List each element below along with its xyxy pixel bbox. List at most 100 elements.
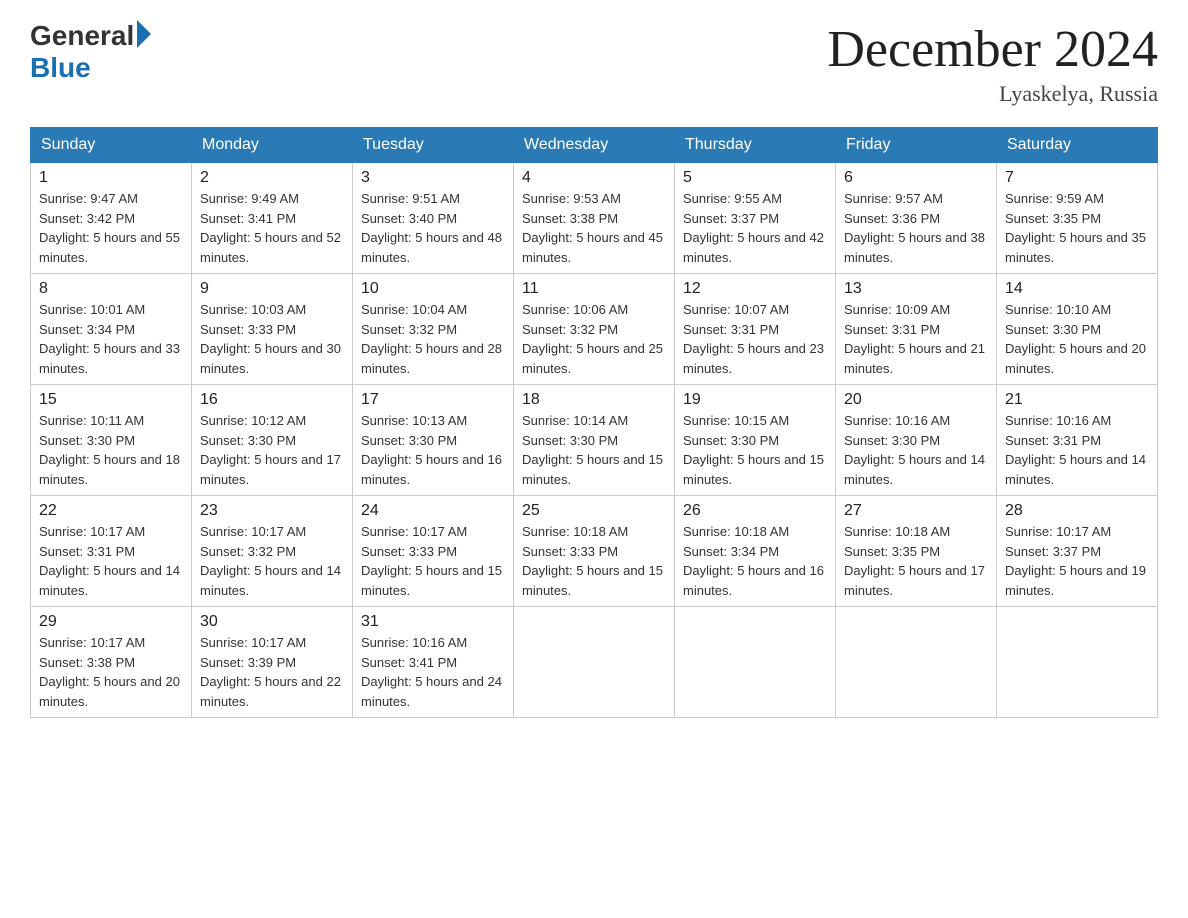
calendar-cell: 16 Sunrise: 10:12 AMSunset: 3:30 PMDaylig…	[192, 385, 353, 496]
day-number: 14	[1005, 280, 1149, 298]
calendar-table: SundayMondayTuesdayWednesdayThursdayFrid…	[30, 127, 1158, 718]
day-info: Sunrise: 10:09 AMSunset: 3:31 PMDaylight…	[844, 300, 988, 378]
day-info: Sunrise: 10:18 AMSunset: 3:33 PMDaylight…	[522, 522, 666, 600]
calendar-day-header: Monday	[192, 128, 353, 163]
calendar-week-row: 1 Sunrise: 9:47 AMSunset: 3:42 PMDaylight…	[31, 163, 1158, 274]
day-number: 19	[683, 391, 827, 409]
calendar-cell: 24 Sunrise: 10:17 AMSunset: 3:33 PMDaylig…	[353, 496, 514, 607]
day-number: 27	[844, 502, 988, 520]
day-number: 18	[522, 391, 666, 409]
day-number: 16	[200, 391, 344, 409]
calendar-cell: 23Sunrise: 10:17 AMSunset: 3:32 PMDaylig…	[192, 496, 353, 607]
day-info: Sunrise: 10:11 AMSunset: 3:30 PMDaylight…	[39, 411, 183, 489]
day-info: Sunrise: 10:17 AMSunset: 3:38 PMDaylight…	[39, 633, 183, 711]
day-number: 25	[522, 502, 666, 520]
day-number: 2	[200, 169, 344, 187]
day-number: 1	[39, 169, 183, 187]
day-number: 22	[39, 502, 183, 520]
day-number: 5	[683, 169, 827, 187]
logo: General Blue	[30, 20, 151, 84]
calendar-cell: 1 Sunrise: 9:47 AMSunset: 3:42 PMDaylight…	[31, 163, 192, 274]
calendar-cell: 10 Sunrise: 10:04 AMSunset: 3:32 PMDaylig…	[353, 274, 514, 385]
day-info: Sunrise: 10:14 AMSunset: 3:30 PMDaylight…	[522, 411, 666, 489]
calendar-cell: 18 Sunrise: 10:14 AMSunset: 3:30 PMDaylig…	[514, 385, 675, 496]
calendar-cell: 7Sunrise: 9:59 AMSunset: 3:35 PMDaylight…	[997, 163, 1158, 274]
calendar-cell: 5 Sunrise: 9:55 AMSunset: 3:37 PMDaylight…	[675, 163, 836, 274]
day-number: 30	[200, 613, 344, 631]
calendar-cell: 25 Sunrise: 10:18 AMSunset: 3:33 PMDaylig…	[514, 496, 675, 607]
day-info: Sunrise: 10:01 AMSunset: 3:34 PMDaylight…	[39, 300, 183, 378]
calendar-day-header: Thursday	[675, 128, 836, 163]
day-info: Sunrise: 10:16 AMSunset: 3:31 PMDaylight…	[1005, 411, 1149, 489]
month-title: December 2024	[827, 20, 1158, 79]
calendar-cell: 20 Sunrise: 10:16 AMSunset: 3:30 PMDaylig…	[836, 385, 997, 496]
day-number: 24	[361, 502, 505, 520]
calendar-cell: 19 Sunrise: 10:15 AMSunset: 3:30 PMDaylig…	[675, 385, 836, 496]
day-number: 20	[844, 391, 988, 409]
calendar-cell	[836, 607, 997, 718]
location-label: Lyaskelya, Russia	[827, 81, 1158, 107]
day-number: 11	[522, 280, 666, 298]
calendar-cell	[675, 607, 836, 718]
day-info: Sunrise: 10:07 AMSunset: 3:31 PMDaylight…	[683, 300, 827, 378]
day-number: 17	[361, 391, 505, 409]
logo-blue-text: Blue	[30, 52, 91, 84]
day-info: Sunrise: 10:06 AMSunset: 3:32 PMDaylight…	[522, 300, 666, 378]
day-info: Sunrise: 9:55 AMSunset: 3:37 PMDaylight:…	[683, 189, 827, 267]
calendar-cell: 4Sunrise: 9:53 AMSunset: 3:38 PMDaylight…	[514, 163, 675, 274]
day-info: Sunrise: 9:47 AMSunset: 3:42 PMDaylight:…	[39, 189, 183, 267]
day-number: 4	[522, 169, 666, 187]
calendar-cell: 9 Sunrise: 10:03 AMSunset: 3:33 PMDayligh…	[192, 274, 353, 385]
calendar-cell	[514, 607, 675, 718]
page-header: General Blue December 2024 Lyaskelya, Ru…	[30, 20, 1158, 107]
day-info: Sunrise: 10:04 AMSunset: 3:32 PMDaylight…	[361, 300, 505, 378]
calendar-week-row: 29Sunrise: 10:17 AMSunset: 3:38 PMDaylig…	[31, 607, 1158, 718]
calendar-cell: 2 Sunrise: 9:49 AMSunset: 3:41 PMDaylight…	[192, 163, 353, 274]
calendar-cell: 30 Sunrise: 10:17 AMSunset: 3:39 PMDaylig…	[192, 607, 353, 718]
day-info: Sunrise: 10:17 AMSunset: 3:33 PMDaylight…	[361, 522, 505, 600]
calendar-cell: 3 Sunrise: 9:51 AMSunset: 3:40 PMDaylight…	[353, 163, 514, 274]
day-info: Sunrise: 10:17 AMSunset: 3:31 PMDaylight…	[39, 522, 183, 600]
calendar-cell: 14Sunrise: 10:10 AMSunset: 3:30 PMDaylig…	[997, 274, 1158, 385]
day-number: 3	[361, 169, 505, 187]
calendar-week-row: 8 Sunrise: 10:01 AMSunset: 3:34 PMDayligh…	[31, 274, 1158, 385]
calendar-day-header: Tuesday	[353, 128, 514, 163]
day-number: 23	[200, 502, 344, 520]
day-info: Sunrise: 10:12 AMSunset: 3:30 PMDaylight…	[200, 411, 344, 489]
calendar-cell: 12 Sunrise: 10:07 AMSunset: 3:31 PMDaylig…	[675, 274, 836, 385]
day-number: 9	[200, 280, 344, 298]
day-info: Sunrise: 10:16 AMSunset: 3:30 PMDaylight…	[844, 411, 988, 489]
day-info: Sunrise: 10:17 AMSunset: 3:39 PMDaylight…	[200, 633, 344, 711]
calendar-cell	[997, 607, 1158, 718]
title-block: December 2024 Lyaskelya, Russia	[827, 20, 1158, 107]
day-number: 21	[1005, 391, 1149, 409]
calendar-day-header: Friday	[836, 128, 997, 163]
day-info: Sunrise: 10:03 AMSunset: 3:33 PMDaylight…	[200, 300, 344, 378]
calendar-week-row: 15Sunrise: 10:11 AMSunset: 3:30 PMDaylig…	[31, 385, 1158, 496]
day-number: 28	[1005, 502, 1149, 520]
calendar-cell: 29Sunrise: 10:17 AMSunset: 3:38 PMDaylig…	[31, 607, 192, 718]
day-info: Sunrise: 10:17 AMSunset: 3:37 PMDaylight…	[1005, 522, 1149, 600]
calendar-cell: 11 Sunrise: 10:06 AMSunset: 3:32 PMDaylig…	[514, 274, 675, 385]
calendar-cell: 21 Sunrise: 10:16 AMSunset: 3:31 PMDaylig…	[997, 385, 1158, 496]
day-number: 8	[39, 280, 183, 298]
calendar-day-header: Saturday	[997, 128, 1158, 163]
calendar-cell: 17 Sunrise: 10:13 AMSunset: 3:30 PMDaylig…	[353, 385, 514, 496]
day-info: Sunrise: 10:15 AMSunset: 3:30 PMDaylight…	[683, 411, 827, 489]
day-number: 12	[683, 280, 827, 298]
day-number: 13	[844, 280, 988, 298]
day-info: Sunrise: 10:13 AMSunset: 3:30 PMDaylight…	[361, 411, 505, 489]
day-info: Sunrise: 9:51 AMSunset: 3:40 PMDaylight:…	[361, 189, 505, 267]
logo-arrow-icon	[137, 20, 151, 48]
calendar-cell: 13 Sunrise: 10:09 AMSunset: 3:31 PMDaylig…	[836, 274, 997, 385]
day-info: Sunrise: 10:18 AMSunset: 3:35 PMDaylight…	[844, 522, 988, 600]
day-number: 6	[844, 169, 988, 187]
day-info: Sunrise: 9:49 AMSunset: 3:41 PMDaylight:…	[200, 189, 344, 267]
day-number: 31	[361, 613, 505, 631]
calendar-header-row: SundayMondayTuesdayWednesdayThursdayFrid…	[31, 128, 1158, 163]
day-number: 7	[1005, 169, 1149, 187]
calendar-cell: 22 Sunrise: 10:17 AMSunset: 3:31 PMDaylig…	[31, 496, 192, 607]
day-number: 26	[683, 502, 827, 520]
day-number: 10	[361, 280, 505, 298]
calendar-cell: 6Sunrise: 9:57 AMSunset: 3:36 PMDaylight…	[836, 163, 997, 274]
